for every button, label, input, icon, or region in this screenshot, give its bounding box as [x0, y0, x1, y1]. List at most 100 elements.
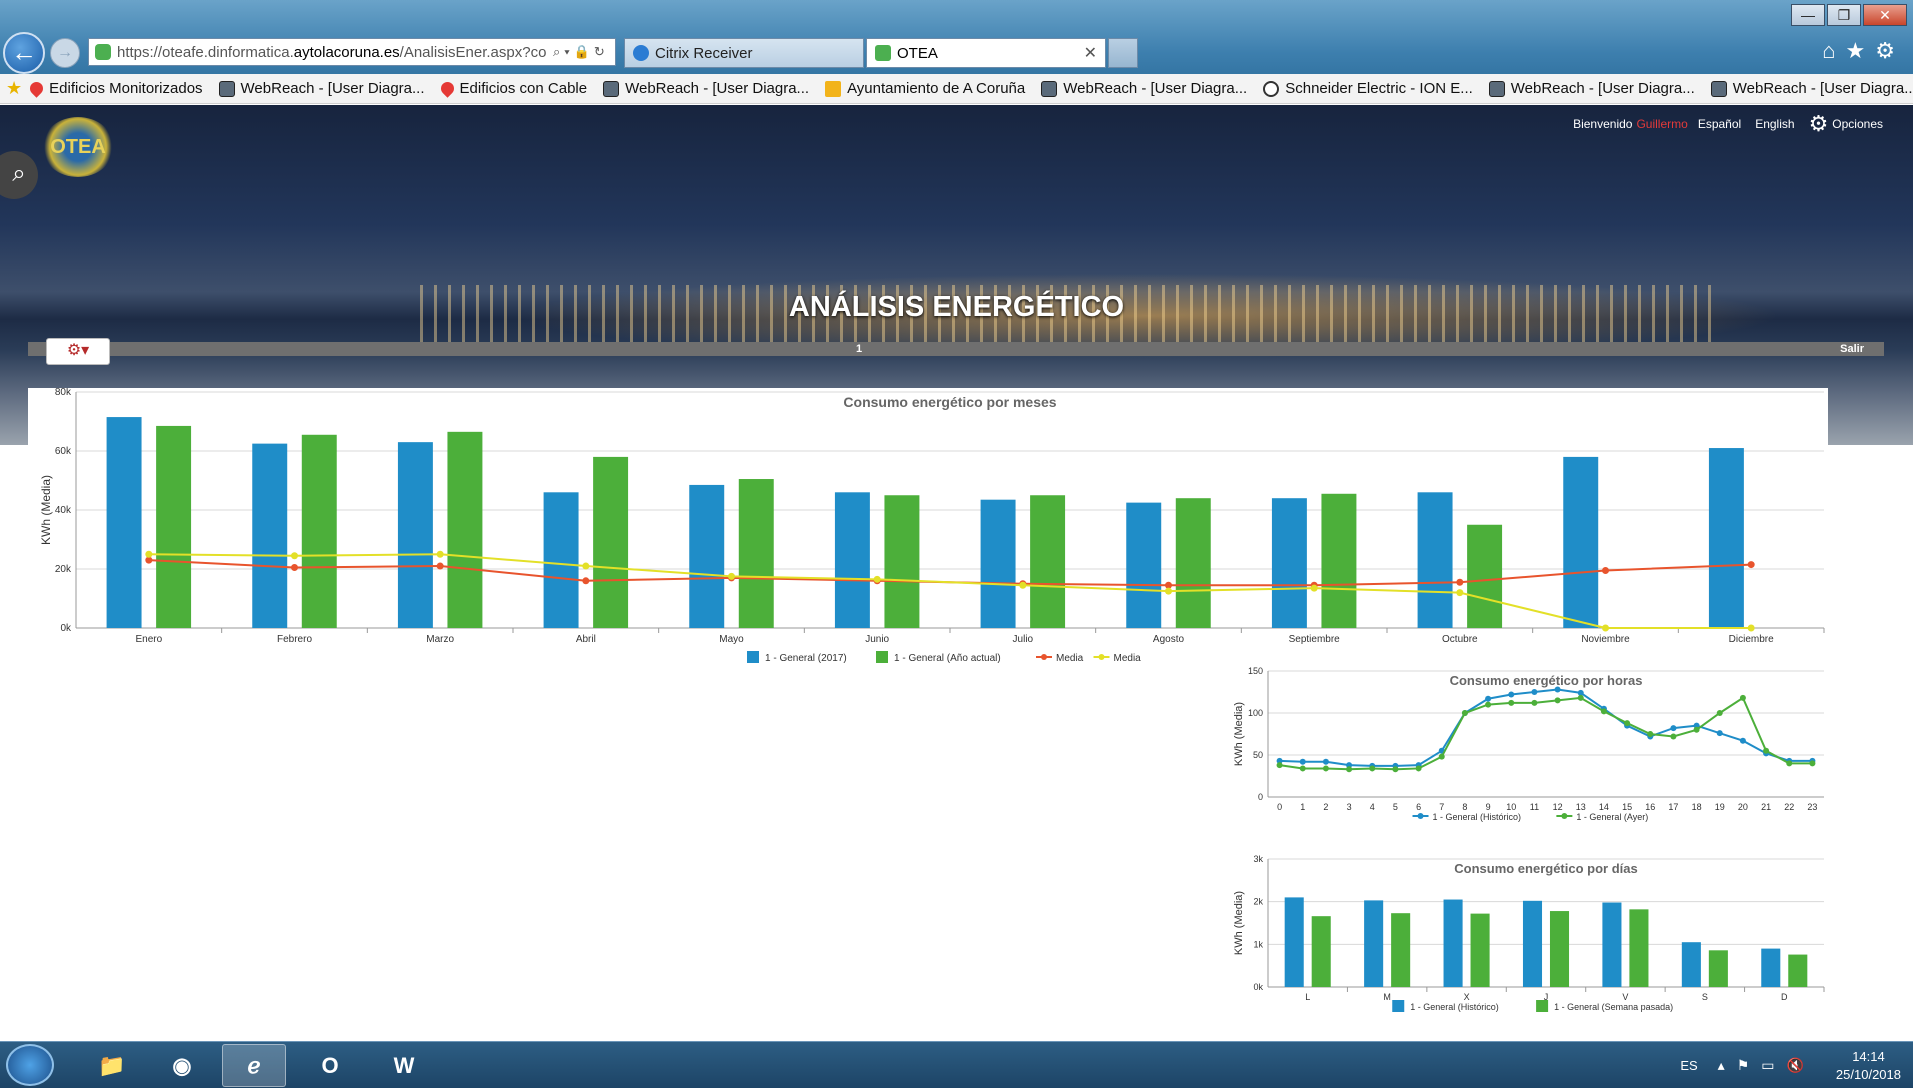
address-tools-icons[interactable]: ⌕▾🔒↻	[553, 44, 609, 60]
bar	[543, 492, 579, 628]
bar	[156, 425, 192, 628]
favorites-bar: ★ Edificios Monitorizados WebReach - [Us…	[0, 74, 1913, 104]
favorite-link[interactable]: Edificios Monitorizados	[27, 79, 203, 98]
lang-en-link[interactable]: English	[1755, 117, 1794, 131]
settings-dropdown-button[interactable]: ⚙▾	[46, 338, 110, 365]
close-window-button[interactable]: ✕	[1863, 4, 1907, 26]
url-text[interactable]: https://oteafe.dinformatica.aytolacoruna…	[117, 44, 547, 61]
line-point	[1369, 765, 1376, 772]
favorite-link[interactable]: WebReach - [User Diagra...	[603, 80, 809, 97]
x-tick-label: Mayo	[719, 634, 744, 645]
line-point	[1554, 686, 1561, 693]
x-tick-label: 2	[1323, 802, 1328, 812]
y-tick-label: 80k	[55, 388, 72, 398]
home-favorites-settings-icons[interactable]: ⌂★⚙	[1822, 38, 1905, 64]
y-tick-label: 0	[1258, 792, 1263, 802]
forward-button[interactable]: →	[50, 38, 80, 68]
line-point	[1346, 766, 1353, 773]
user-name[interactable]: Guillermo	[1636, 117, 1687, 131]
chart-title: Consumo energético por meses	[843, 394, 1056, 410]
line-point	[291, 552, 298, 560]
x-tick-label: D	[1781, 992, 1788, 1002]
minimize-button[interactable]: —	[1791, 4, 1825, 26]
x-tick-label: 12	[1553, 802, 1563, 812]
line-point	[1647, 731, 1654, 737]
clock[interactable]: 14:14 25/10/2018	[1836, 1048, 1901, 1084]
line-point	[1508, 699, 1515, 706]
y-axis-label: KWh (Media)	[1233, 702, 1245, 766]
file-explorer-icon[interactable]: 📁	[80, 1044, 144, 1087]
favorite-link[interactable]: Ayuntamiento de A Coruña	[825, 80, 1025, 97]
page-number[interactable]: 1	[856, 343, 862, 355]
tray-icons[interactable]: ▴⚑▭🔇	[1718, 1057, 1816, 1074]
line-point	[1415, 765, 1422, 772]
address-bar[interactable]: https://oteafe.dinformatica.aytolacoruna…	[88, 38, 616, 66]
legend-swatch	[1392, 1000, 1405, 1012]
x-tick-label: 23	[1807, 802, 1817, 812]
y-tick-label: 50	[1253, 750, 1263, 760]
webreach-icon	[1710, 80, 1727, 97]
favorite-link[interactable]: Schneider Electric - ION E...	[1263, 80, 1473, 97]
favorite-link[interactable]: Edificios con Cable	[437, 79, 587, 98]
x-tick-label: X	[1464, 992, 1470, 1002]
tab-otea[interactable]: OTEA ✕	[866, 38, 1106, 68]
legend-label: 1 - General (Ayer)	[1576, 812, 1648, 822]
x-tick-label: 10	[1506, 802, 1516, 812]
bar	[1563, 456, 1599, 628]
legend-marker	[1041, 654, 1047, 660]
gear-icon[interactable]: ⚙	[1809, 111, 1829, 137]
start-button[interactable]	[6, 1044, 54, 1086]
bar	[1321, 493, 1357, 628]
new-tab-button[interactable]	[1108, 38, 1138, 68]
webreach-icon	[603, 80, 620, 97]
word-icon[interactable]: W	[372, 1044, 436, 1087]
internet-explorer-icon[interactable]: ℯ	[222, 1044, 286, 1087]
favorites-star-icon[interactable]: ★	[6, 78, 22, 99]
chart-title: Consumo energético por horas	[1450, 673, 1643, 688]
tab-close-icon[interactable]: ✕	[1084, 43, 1097, 63]
legend-label: Media	[1056, 653, 1084, 664]
line-point	[1461, 710, 1468, 716]
bar	[884, 495, 920, 628]
favorite-link[interactable]: WebReach - [User Diagra...	[1041, 80, 1247, 97]
back-button[interactable]: ←	[3, 32, 45, 74]
chrome-icon[interactable]: ◉	[150, 1044, 214, 1087]
line-point	[1531, 689, 1538, 695]
line-point	[1276, 762, 1283, 769]
outlook-icon[interactable]: O	[298, 1044, 362, 1087]
lang-es-link[interactable]: Español	[1698, 117, 1741, 131]
chart-monthly-consumption: Consumo energético por meses KWh (Media) 0…	[28, 387, 1828, 668]
tab-citrix-receiver[interactable]: Citrix Receiver	[624, 38, 864, 68]
series-line	[148, 553, 1752, 629]
line-point	[1485, 701, 1492, 708]
legend-swatch	[1536, 1000, 1549, 1012]
schneider-icon	[1263, 80, 1280, 97]
bar	[1708, 950, 1728, 987]
x-tick-label: 5	[1393, 802, 1398, 812]
favorite-link[interactable]: WebReach - [User Diagra...	[1488, 80, 1695, 97]
welcome-text: Bienvenido	[1573, 117, 1633, 131]
logout-link[interactable]: Salir	[1840, 343, 1864, 355]
x-tick-label: Junio	[865, 634, 889, 645]
webreach-icon	[1488, 80, 1505, 97]
hourly-chart-svg: Consumo energético por horas KWh (Media) 0…	[1233, 666, 1824, 822]
restore-button[interactable]: ❐	[1827, 4, 1861, 26]
bar	[1629, 909, 1649, 987]
otea-logo[interactable]: OTEA	[42, 117, 114, 177]
favorite-link[interactable]: WebReach - [User Diagra...	[218, 80, 425, 97]
line-point	[1485, 695, 1492, 702]
search-icon[interactable]: ⌕	[0, 151, 38, 199]
options-link[interactable]: Opciones	[1832, 117, 1883, 131]
bar	[1364, 900, 1384, 987]
favorite-link[interactable]: WebReach - [User Diagra...	[1710, 80, 1913, 97]
x-tick-label: Agosto	[1153, 634, 1185, 645]
bar	[834, 492, 870, 628]
line-point	[873, 575, 881, 583]
language-indicator[interactable]: ES	[1680, 1058, 1697, 1073]
line-point	[145, 550, 153, 558]
line-point	[1577, 694, 1584, 701]
x-tick-label: 18	[1692, 802, 1702, 812]
bar	[738, 479, 774, 628]
line-point	[291, 564, 298, 572]
pin-icon	[437, 79, 457, 98]
